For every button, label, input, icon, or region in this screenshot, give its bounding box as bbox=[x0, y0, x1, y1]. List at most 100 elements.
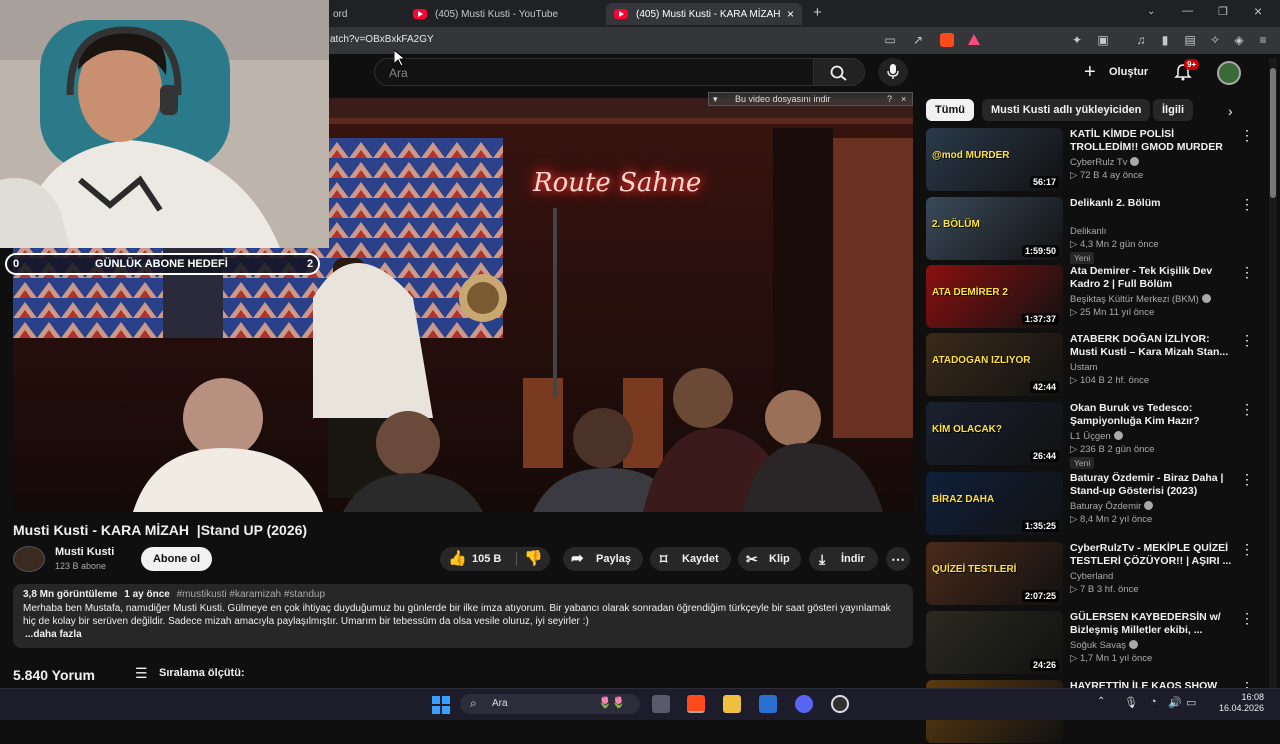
share-page-icon[interactable]: ↗ bbox=[911, 33, 925, 47]
clock[interactable]: 16:08 16.04.2026 bbox=[1214, 692, 1264, 714]
show-more-link[interactable]: ...daha fazla bbox=[25, 629, 82, 640]
more-actions-button[interactable]: ⋯ bbox=[886, 547, 910, 571]
page-scrollbar[interactable] bbox=[1269, 58, 1277, 688]
video-thumbnail[interactable]: ATADOGAN IZLIYOR 42:44 bbox=[926, 333, 1063, 396]
recommendation-item[interactable]: QUİZEİ TESTLERİ 2:07:25 CyberRulzTv - MEKİ… bbox=[926, 542, 1266, 606]
channel-avatar[interactable] bbox=[13, 546, 45, 572]
recommendation-item[interactable]: ATADOGAN IZLIYOR 42:44 ATABERK DOĞAN İZLİY… bbox=[926, 333, 1266, 397]
video-thumbnail[interactable]: 24:26 bbox=[926, 611, 1063, 674]
close-banner-icon[interactable]: × bbox=[901, 93, 906, 105]
search-button[interactable] bbox=[813, 58, 865, 86]
minimize-icon[interactable]: — bbox=[1182, 5, 1193, 17]
chip-related[interactable]: İlgili bbox=[1153, 99, 1193, 121]
recommendation-title[interactable]: ATABERK DOĞAN İZLİYOR: Musti Kusti – Kar… bbox=[1070, 333, 1238, 359]
wallet-icon[interactable]: ▤ bbox=[1183, 33, 1197, 47]
share-button[interactable]: ➦ Paylaş bbox=[563, 547, 643, 571]
url-text[interactable]: atch?v=OBxBxkFA2GY bbox=[330, 34, 434, 45]
recommendation-item[interactable]: 24:26 GÜLERSEN KAYBEDERSİN w/ Bizleşmiş M… bbox=[926, 611, 1266, 675]
recommendation-item[interactable]: 2. BÖLÜM 1:59:50 Delikanlı 2. Bölüm Delikan… bbox=[926, 197, 1266, 264]
recommendation-channel[interactable]: Beşiktaş Kültür Merkezi (BKM) bbox=[1070, 294, 1211, 305]
help-icon[interactable]: ? bbox=[887, 93, 892, 105]
file-explorer-icon[interactable] bbox=[723, 695, 741, 713]
video-thumbnail[interactable]: @mod MURDER 56:17 bbox=[926, 128, 1063, 191]
tab-youtube-channel[interactable]: (405) Musti Kusti - YouTube bbox=[405, 3, 595, 25]
mail-icon[interactable] bbox=[759, 695, 777, 713]
sidebar-icon[interactable]: ▮ bbox=[1158, 33, 1172, 47]
discord-icon[interactable] bbox=[795, 695, 813, 713]
save-button[interactable]: ⌑ Kaydet bbox=[650, 547, 731, 571]
tray-chevron-icon[interactable]: ⌃ bbox=[1097, 696, 1105, 707]
recommendation-channel[interactable]: CyberRulz Tv bbox=[1070, 157, 1140, 168]
more-options-icon[interactable]: ⋮ bbox=[1240, 611, 1254, 625]
tab-previous[interactable]: ord bbox=[325, 3, 355, 25]
like-button[interactable]: 👍 105 B bbox=[440, 547, 514, 571]
voice-search-button[interactable] bbox=[878, 58, 908, 86]
extensions-icon[interactable]: ✦ bbox=[1070, 33, 1084, 47]
screenshot-icon[interactable]: ▣ bbox=[1096, 33, 1110, 47]
start-button[interactable] bbox=[432, 696, 450, 714]
tab-close-icon[interactable]: × bbox=[787, 7, 794, 21]
sort-button[interactable]: ☰ Sıralama ölçütü: bbox=[135, 665, 255, 683]
chevron-right-icon[interactable]: › bbox=[1228, 103, 1233, 119]
cast-icon[interactable]: ▭ bbox=[883, 33, 897, 47]
more-options-icon[interactable]: ⋮ bbox=[1240, 542, 1254, 556]
video-thumbnail[interactable]: ATA DEMİRER 2 1:37:37 bbox=[926, 265, 1063, 328]
recommendation-title[interactable]: Ata Demirer - Tek Kişilik Dev Kadro 2 | … bbox=[1070, 265, 1238, 291]
video-thumbnail[interactable]: 2. BÖLÜM 1:59:50 bbox=[926, 197, 1063, 260]
microphone-tray-icon[interactable]: 🎙 bbox=[1124, 696, 1138, 709]
brave-rewards-icon[interactable] bbox=[968, 34, 980, 45]
recommendation-channel[interactable]: Baturay Özdemir bbox=[1070, 501, 1154, 512]
wifi-icon[interactable]: ◔ bbox=[1150, 696, 1157, 708]
search-input[interactable]: Ara bbox=[374, 58, 814, 86]
brave-shield-icon[interactable] bbox=[940, 33, 954, 47]
notifications-button[interactable]: 9+ bbox=[1174, 59, 1200, 83]
recommendation-title[interactable]: KATİL KİMDE POLİSİ TROLLEDİM!! GMOD MURD… bbox=[1070, 128, 1238, 154]
tab-list-chevron-icon[interactable]: ⌄ bbox=[1147, 6, 1155, 17]
maximize-icon[interactable]: ❐ bbox=[1218, 5, 1228, 18]
obs-icon[interactable] bbox=[831, 695, 849, 713]
video-thumbnail[interactable]: QUİZEİ TESTLERİ 2:07:25 bbox=[926, 542, 1063, 605]
recommendation-channel[interactable]: Ustam bbox=[1070, 362, 1097, 373]
video-thumbnail[interactable]: BİRAZ DAHA 1:35:25 bbox=[926, 472, 1063, 535]
volume-icon[interactable]: 🔊 bbox=[1168, 696, 1182, 709]
video-download-banner[interactable]: ▾ Bu video dosyasını indir ? × bbox=[708, 92, 913, 106]
scrollbar-thumb[interactable] bbox=[1270, 68, 1276, 198]
chip-all[interactable]: Tümü bbox=[926, 99, 974, 121]
more-options-icon[interactable]: ⋮ bbox=[1240, 265, 1254, 279]
recommendation-channel[interactable]: Soğuk Savaş bbox=[1070, 640, 1138, 651]
recommendation-channel[interactable]: Cyberland bbox=[1070, 571, 1113, 582]
description-box[interactable]: 3,8 Mn görüntüleme 1 ay önce #mustikusti… bbox=[13, 584, 913, 648]
more-options-icon[interactable]: ⋮ bbox=[1240, 128, 1254, 142]
recommendation-title[interactable]: Okan Buruk vs Tedesco: Şampiyonluğa Kim … bbox=[1070, 402, 1238, 428]
video-thumbnail[interactable]: KİM OLACAK? 26:44 bbox=[926, 402, 1063, 465]
download-button[interactable]: ⤓ İndir bbox=[809, 547, 878, 571]
more-options-icon[interactable]: ⋮ bbox=[1240, 472, 1254, 486]
recommendation-title[interactable]: Delikanlı 2. Bölüm bbox=[1070, 197, 1238, 210]
window-close-icon[interactable]: × bbox=[1254, 3, 1262, 19]
media-icon[interactable]: ♫ bbox=[1134, 33, 1148, 47]
account-avatar[interactable] bbox=[1217, 61, 1241, 85]
tab-current-video[interactable]: (405) Musti Kusti - KARA MİZAH × bbox=[606, 3, 802, 25]
recommendation-item[interactable]: @mod MURDER 56:17 KATİL KİMDE POLİSİ TROLL… bbox=[926, 128, 1266, 192]
taskbar-search[interactable]: ⌕ Ara 🌷🌷 bbox=[460, 694, 640, 714]
channel-name[interactable]: Musti Kusti bbox=[55, 546, 114, 558]
vpn-icon[interactable]: ◈ bbox=[1232, 33, 1246, 47]
brave-browser-icon[interactable] bbox=[687, 695, 705, 713]
leo-ai-icon[interactable]: ✧ bbox=[1208, 33, 1222, 47]
chip-from-uploader[interactable]: Musti Kusti adlı yükleyiciden bbox=[982, 99, 1151, 121]
more-options-icon[interactable]: ⋮ bbox=[1240, 333, 1254, 347]
dislike-button[interactable]: 👎 bbox=[524, 547, 543, 571]
recommendation-title[interactable]: CyberRulzTv - MEKİPLE QUİZEİ TESTLERİ ÇÖ… bbox=[1070, 542, 1238, 568]
recommendation-title[interactable]: GÜLERSEN KAYBEDERSİN w/ Bizleşmiş Millet… bbox=[1070, 611, 1238, 637]
clip-button[interactable]: ✂ Klip bbox=[738, 547, 801, 571]
battery-icon[interactable]: ▭ bbox=[1186, 696, 1196, 709]
new-tab-button[interactable]: + bbox=[813, 4, 822, 21]
create-button[interactable]: + Oluştur bbox=[1084, 60, 1154, 84]
recommendation-title[interactable]: Baturay Özdemir - Biraz Daha | Stand-up … bbox=[1070, 472, 1238, 498]
menu-icon[interactable]: ≡ bbox=[1256, 33, 1270, 47]
hashtags[interactable]: #mustikusti #karamizah #standup bbox=[177, 589, 325, 600]
recommendation-channel[interactable]: L1 Üçgen bbox=[1070, 431, 1123, 442]
more-options-icon[interactable]: ⋮ bbox=[1240, 402, 1254, 416]
recommendation-channel[interactable]: Delikanlı bbox=[1070, 226, 1106, 237]
subscribe-button[interactable]: Abone ol bbox=[141, 547, 212, 571]
